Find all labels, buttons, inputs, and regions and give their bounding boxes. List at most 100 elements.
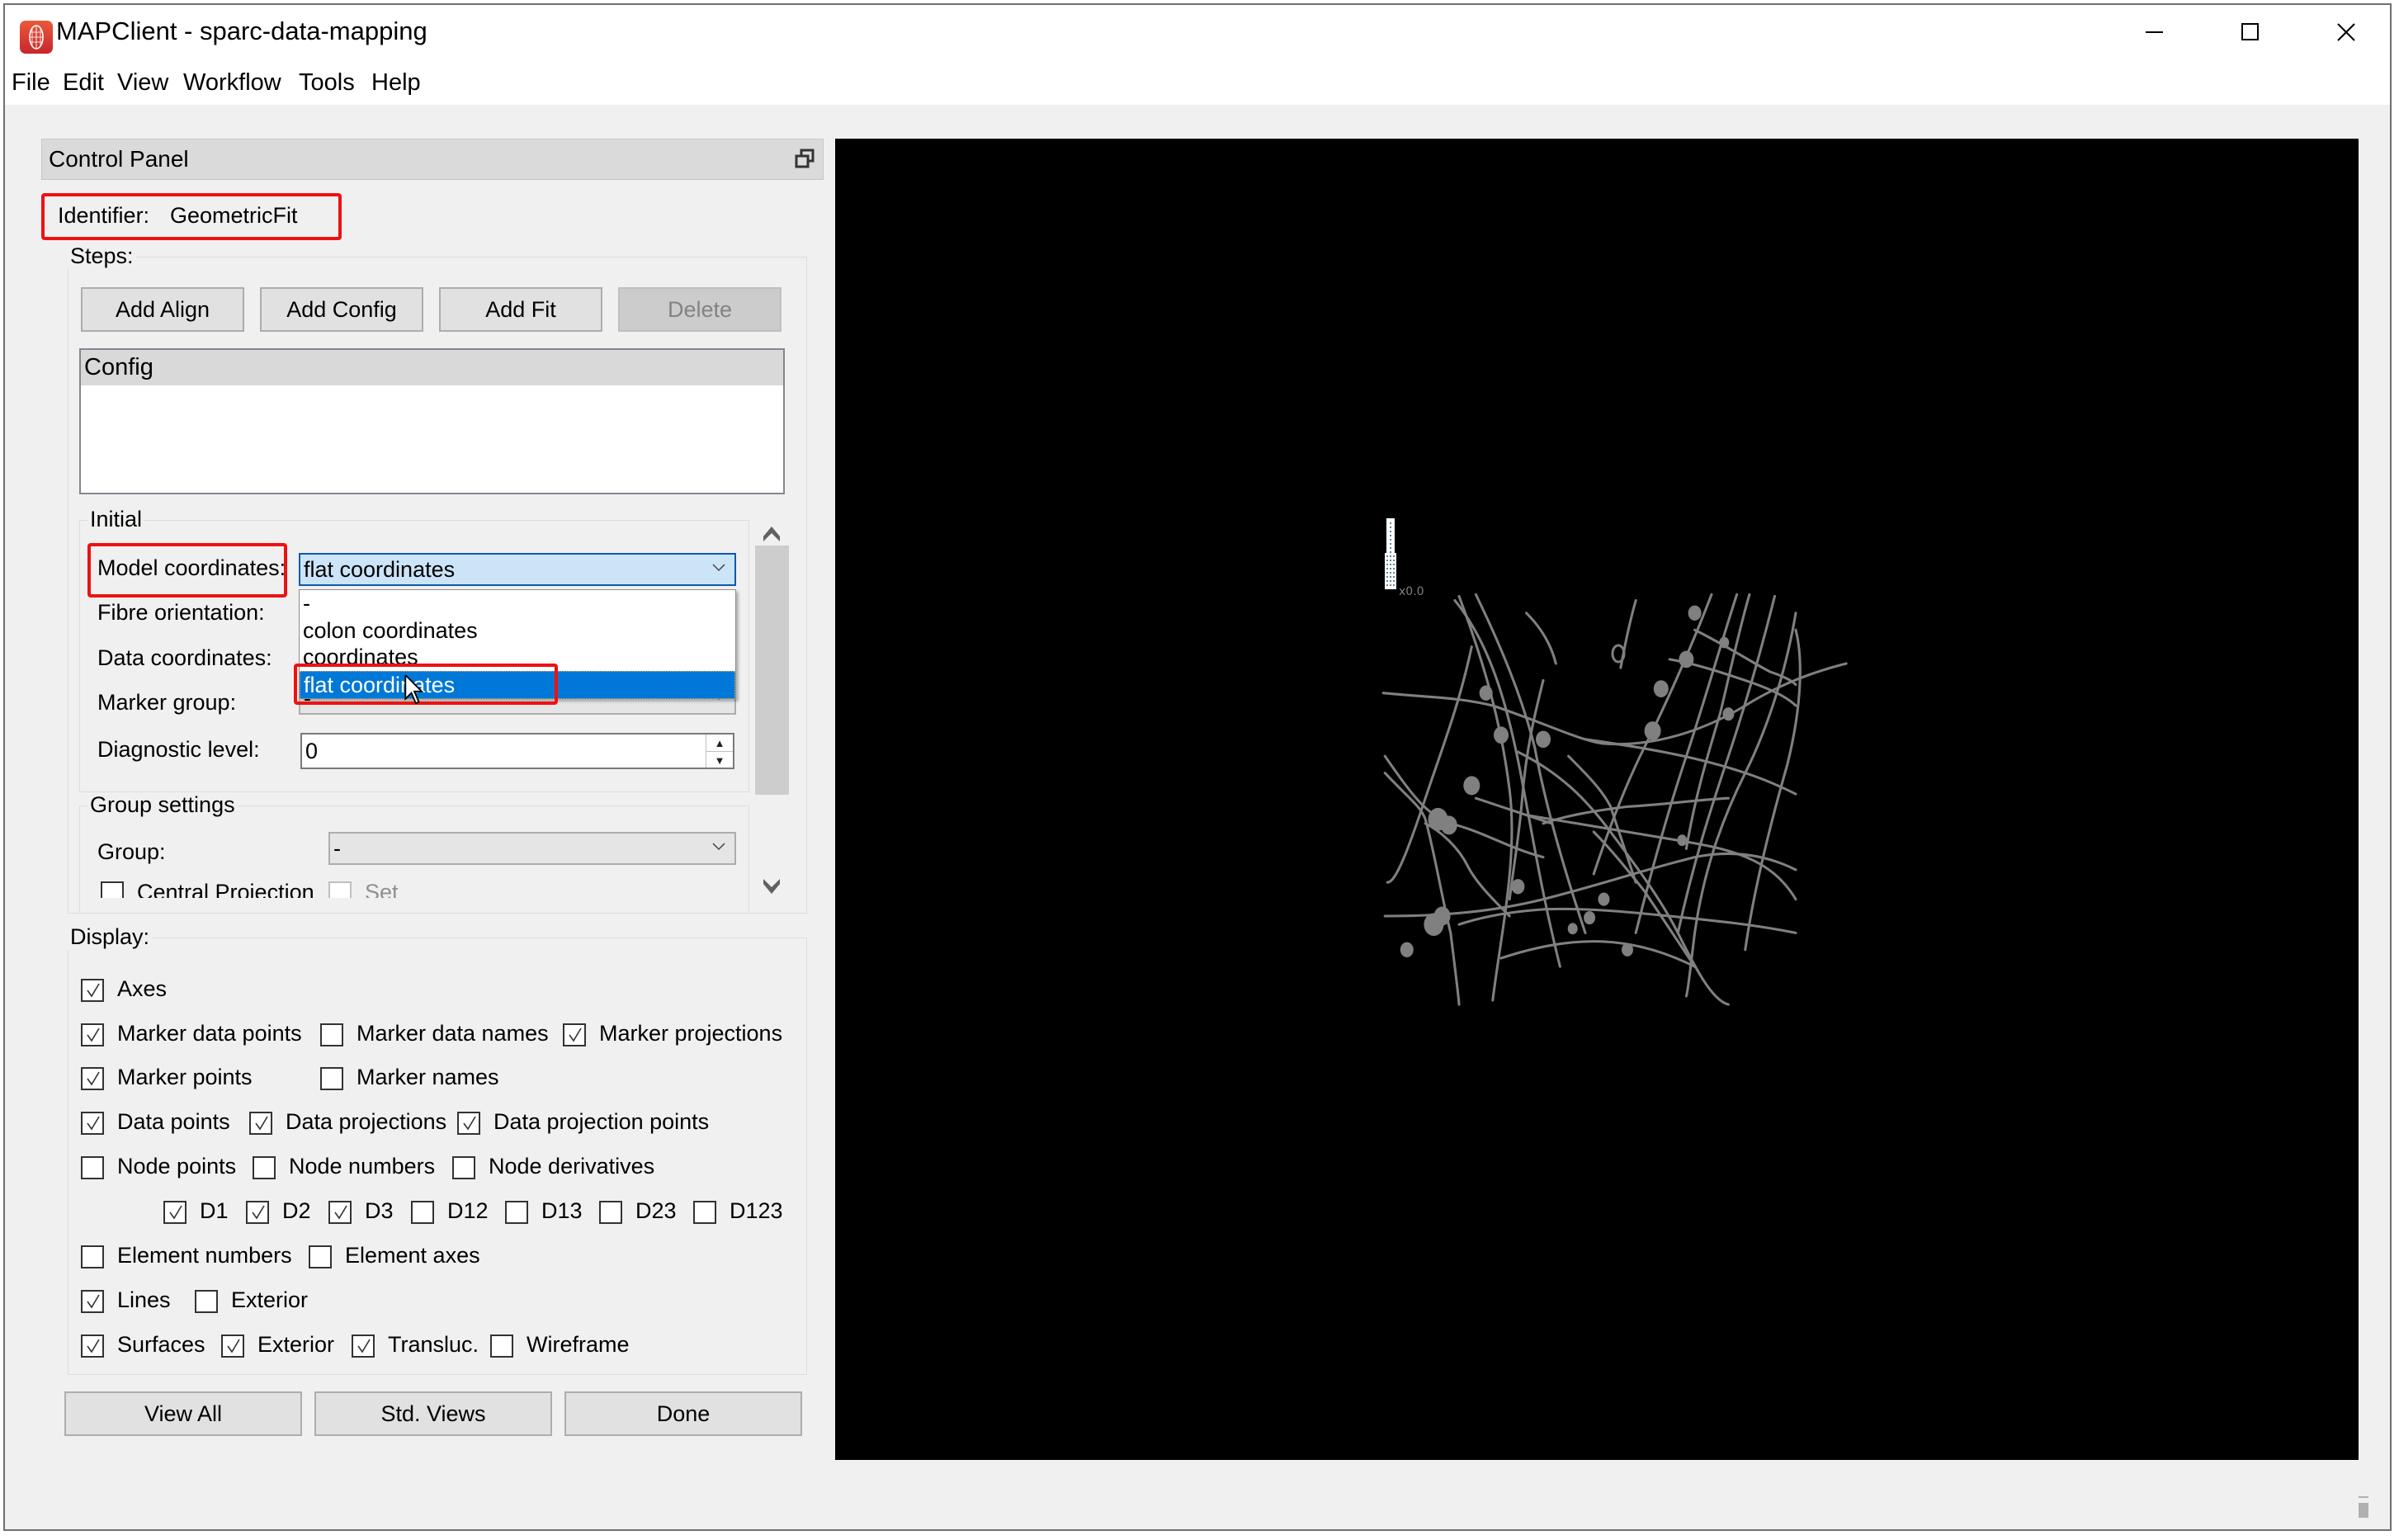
node-derivatives-checkbox[interactable] bbox=[452, 1156, 475, 1179]
list-item-config[interactable]: Config bbox=[81, 350, 783, 385]
cell-body bbox=[1440, 815, 1457, 835]
marker-points-checkbox[interactable] bbox=[81, 1067, 104, 1090]
view-all-button[interactable]: View All bbox=[64, 1391, 302, 1436]
menu-help[interactable]: Help bbox=[371, 69, 421, 97]
node-numbers-label: Node numbers bbox=[289, 1154, 436, 1179]
d2-checkbox[interactable] bbox=[246, 1201, 269, 1224]
add-fit-button[interactable]: Add Fit bbox=[439, 287, 602, 332]
marker-data-points-checkbox[interactable] bbox=[81, 1023, 104, 1046]
identifier-value: GeometricFit bbox=[170, 203, 298, 228]
scroll-thumb[interactable] bbox=[755, 546, 789, 795]
cell-body bbox=[1433, 906, 1451, 926]
element-numbers-checkbox[interactable] bbox=[81, 1245, 104, 1268]
std-views-button[interactable]: Std. Views bbox=[314, 1391, 552, 1436]
minimize-icon bbox=[2146, 31, 2163, 33]
exterior-checkbox[interactable] bbox=[195, 1290, 218, 1313]
exterior-label: Exterior bbox=[257, 1332, 335, 1357]
resize-grip-icon[interactable] bbox=[2357, 1496, 2370, 1518]
maximize-icon bbox=[2241, 23, 2259, 40]
dropdown-option[interactable]: - bbox=[300, 590, 735, 618]
central-projection-checkbox[interactable] bbox=[101, 881, 124, 898]
title-bar[interactable]: MAPClient - sparc-data-mapping bbox=[5, 5, 2390, 59]
fibre-path bbox=[1474, 796, 1553, 825]
data-points-checkbox[interactable] bbox=[81, 1112, 104, 1135]
menu-workflow[interactable]: Workflow bbox=[183, 69, 281, 97]
dropdown-option[interactable]: colon coordinates bbox=[300, 617, 735, 645]
add-align-button[interactable]: Add Align bbox=[81, 287, 244, 332]
steps-title: Steps: bbox=[68, 243, 136, 269]
checkmark-icon bbox=[87, 1071, 100, 1086]
d3-checkbox[interactable] bbox=[328, 1201, 352, 1224]
d1-checkbox[interactable] bbox=[163, 1201, 187, 1224]
marker-projections-label: Marker projections bbox=[599, 1021, 783, 1046]
menu-view[interactable]: View bbox=[117, 69, 168, 97]
checkmark-icon bbox=[169, 1205, 182, 1220]
initial-title: Initial bbox=[87, 507, 145, 532]
menu-file[interactable]: File bbox=[12, 69, 50, 97]
d23-checkbox[interactable] bbox=[599, 1201, 622, 1224]
node-points-checkbox[interactable] bbox=[81, 1156, 104, 1179]
element-axes-checkbox[interactable] bbox=[309, 1245, 332, 1268]
marker-names-checkbox[interactable] bbox=[320, 1067, 343, 1090]
cell-body bbox=[1584, 910, 1596, 925]
surfaces-label: Surfaces bbox=[117, 1332, 205, 1357]
checkmark-icon bbox=[87, 1027, 100, 1042]
diagnostic-level-label: Diagnostic level: bbox=[97, 737, 260, 762]
axes-checkbox[interactable] bbox=[81, 979, 104, 1002]
cell-body bbox=[1511, 879, 1525, 895]
control-panel-header[interactable]: Control Panel bbox=[41, 139, 824, 180]
transluc-label: Transluc. bbox=[388, 1332, 479, 1357]
done-button[interactable]: Done bbox=[564, 1391, 802, 1436]
scroll-up-icon[interactable] bbox=[763, 527, 780, 541]
marker-data-points-label: Marker data points bbox=[117, 1021, 302, 1046]
set-checkbox[interactable] bbox=[328, 881, 352, 898]
exterior-checkbox[interactable] bbox=[221, 1335, 244, 1358]
close-button[interactable] bbox=[2301, 5, 2390, 59]
fibre-path bbox=[1383, 853, 1797, 918]
cell-body bbox=[1598, 892, 1610, 906]
exterior-label: Exterior bbox=[231, 1287, 309, 1312]
checkmark-icon bbox=[227, 1339, 240, 1353]
cell-body bbox=[1622, 942, 1633, 957]
d123-label: D123 bbox=[730, 1198, 783, 1223]
minimize-button[interactable] bbox=[2109, 5, 2200, 59]
3d-viewport[interactable]: x0.0 bbox=[835, 139, 2359, 1460]
node-numbers-checkbox[interactable] bbox=[253, 1156, 276, 1179]
fibre-path bbox=[1474, 593, 1587, 934]
data-projection-points-checkbox[interactable] bbox=[457, 1112, 480, 1135]
menu-tools[interactable]: Tools bbox=[299, 69, 355, 97]
d12-checkbox[interactable] bbox=[411, 1201, 434, 1224]
lines-label: Lines bbox=[117, 1287, 171, 1312]
marker-projections-checkbox[interactable] bbox=[563, 1023, 586, 1046]
d13-checkbox[interactable] bbox=[505, 1201, 528, 1224]
spin-down-icon[interactable]: ▼ bbox=[706, 751, 733, 768]
group-select[interactable]: - bbox=[328, 832, 736, 865]
diagnostic-level-spinbox[interactable]: 0 ▲ ▼ bbox=[300, 733, 734, 769]
d123-checkbox[interactable] bbox=[693, 1201, 716, 1224]
model-coordinates-select[interactable]: flat coordinates bbox=[299, 553, 736, 586]
menu-edit[interactable]: Edit bbox=[63, 69, 104, 97]
settings-scrollbar[interactable] bbox=[753, 510, 790, 898]
data-projections-checkbox[interactable] bbox=[249, 1112, 272, 1135]
transluc-checkbox[interactable] bbox=[352, 1335, 375, 1358]
add-config-button[interactable]: Add Config bbox=[260, 287, 423, 332]
fibre-path bbox=[1693, 628, 1797, 687]
maximize-button[interactable] bbox=[2205, 5, 2296, 59]
d12-label: D12 bbox=[447, 1198, 489, 1223]
wireframe-checkbox[interactable] bbox=[490, 1335, 513, 1358]
fibre-path bbox=[1684, 612, 1797, 998]
chevron-down-icon bbox=[712, 564, 725, 572]
marker-data-names-checkbox[interactable] bbox=[320, 1023, 343, 1046]
node-points-label: Node points bbox=[117, 1154, 237, 1179]
diagnostic-level-value: 0 bbox=[305, 739, 319, 763]
spin-up-icon[interactable]: ▲ bbox=[706, 735, 733, 751]
cell-body bbox=[1494, 726, 1509, 744]
cell-body bbox=[1719, 636, 1730, 649]
lines-checkbox[interactable] bbox=[81, 1290, 104, 1313]
scroll-down-icon[interactable] bbox=[763, 879, 780, 894]
fibre-path bbox=[1584, 738, 1797, 796]
steps-list[interactable]: Config bbox=[79, 348, 785, 494]
delete-button[interactable]: Delete bbox=[618, 287, 782, 332]
surfaces-checkbox[interactable] bbox=[81, 1335, 104, 1358]
float-panel-icon[interactable] bbox=[795, 148, 816, 169]
